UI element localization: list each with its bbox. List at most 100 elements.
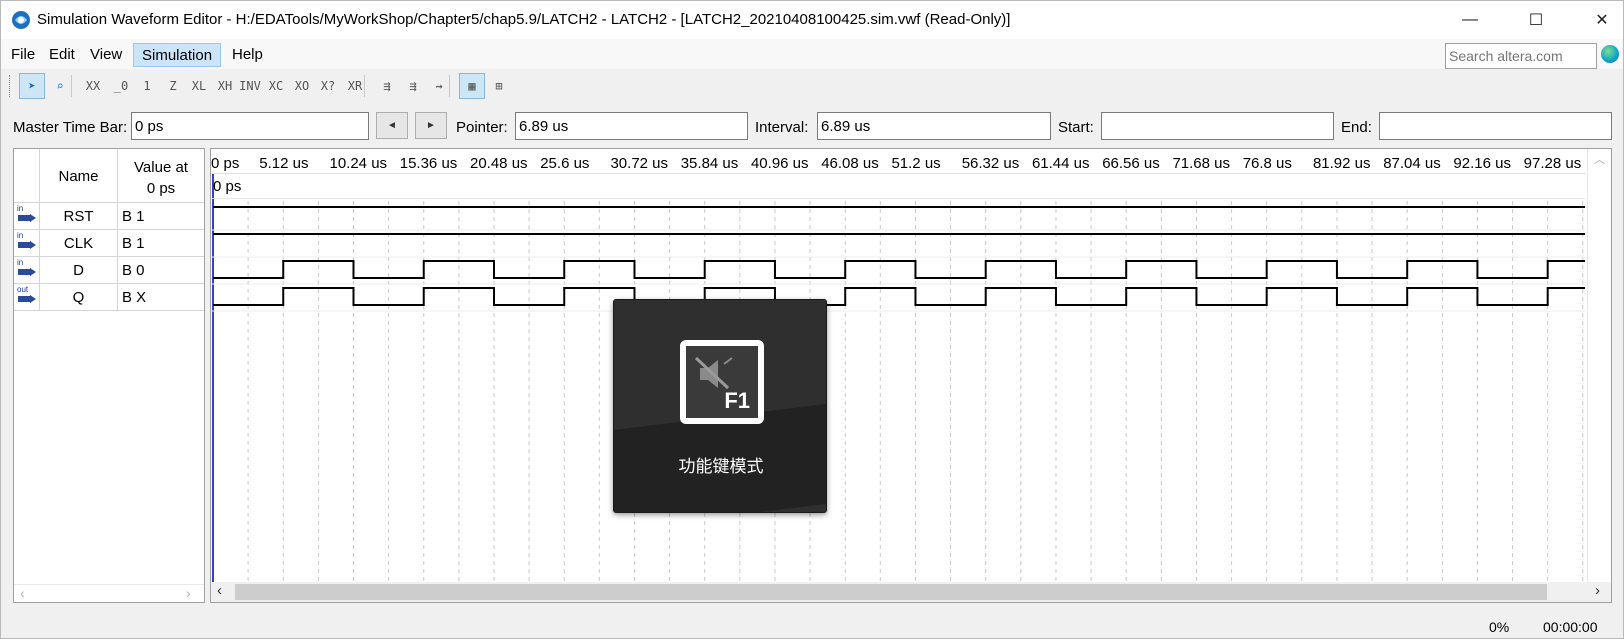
name-column-header[interactable]: Name <box>40 149 118 203</box>
name-panel-scrollbar[interactable]: ‹ › <box>14 584 204 602</box>
one-icon: 1 <box>143 79 151 93</box>
scroll-up-icon[interactable]: ︿ <box>1594 151 1605 167</box>
signal-name-panel: Name Value at 0 ps in RST B 1 in CLK B 1 in D B … <box>13 148 205 603</box>
master-time-bar-label: Master Time Bar: <box>13 119 128 136</box>
cursor-time-label: 0 ps <box>213 178 242 195</box>
end-field[interactable] <box>1379 112 1612 140</box>
menu-simulation[interactable]: Simulation <box>133 43 222 67</box>
timing-sim-icon: ⇶ <box>409 79 417 93</box>
force-unknown-button[interactable]: XX <box>80 73 106 99</box>
grid-settings-icon: ⊞ <box>495 79 503 93</box>
xx-icon: XX <box>85 79 101 93</box>
toolbar-grip[interactable] <box>9 75 12 97</box>
run-functional-sim-button[interactable]: ⇶ <box>374 73 400 99</box>
time-tick-label: 20.48 us <box>469 155 528 172</box>
signal-row-d[interactable]: in D B 0 <box>14 257 204 284</box>
signal-value: B 1 <box>122 235 145 252</box>
app-window: Simulation Waveform Editor - H:/EDATools… <box>0 0 1624 639</box>
close-button[interactable]: ✕ <box>1579 1 1624 39</box>
right-arrow-icon: ► <box>426 120 436 131</box>
toolbar-separator <box>71 75 72 97</box>
previous-transition-button[interactable]: ◄ <box>376 112 408 139</box>
snap-to-grid-button[interactable]: ▦ <box>459 73 485 99</box>
scroll-left-icon[interactable]: ‹ <box>217 582 222 599</box>
arbitrary-value-button[interactable]: X? <box>315 73 341 99</box>
signal-row-rst[interactable]: in RST B 1 <box>14 203 204 230</box>
scroll-left-icon[interactable]: ‹ <box>20 585 25 601</box>
master-time-bar-field[interactable]: 0 ps <box>131 112 369 140</box>
waveform-horizontal-scrollbar[interactable]: ‹ › <box>211 582 1611 602</box>
globe-icon[interactable] <box>1601 45 1619 63</box>
window-title: Simulation Waveform Editor - H:/EDATools… <box>37 11 1011 28</box>
pointer-field[interactable]: 6.89 us <box>515 112 748 140</box>
time-tick-label: 66.56 us <box>1102 155 1160 172</box>
title-bar: Simulation Waveform Editor - H:/EDATools… <box>1 1 1623 39</box>
waveform-vertical-scrollbar[interactable]: ︿ <box>1587 149 1611 582</box>
time-tick-label: 92.16 us <box>1453 155 1511 172</box>
weak-high-icon: XH <box>217 79 233 93</box>
maximize-button[interactable]: ☐ <box>1513 1 1559 39</box>
signal-value: B 0 <box>122 262 145 279</box>
grid-icon: ▦ <box>468 79 476 93</box>
cursor-ruler[interactable]: 0 ps <box>211 174 1585 199</box>
menu-file[interactable]: File <box>3 43 43 67</box>
arbitrary-icon: X? <box>320 79 336 93</box>
signal-value: B 1 <box>122 208 145 225</box>
next-transition-button[interactable]: ► <box>415 112 447 139</box>
time-tick-label: 87.04 us <box>1383 155 1441 172</box>
signal-name: CLK <box>40 230 118 257</box>
status-bar: 0% 00:00:00 <box>1 613 1623 639</box>
time-ruler[interactable]: 0 ps 5.12 us 10.24 us 15.36 us 20.48 us 25.6 … <box>211 149 1585 174</box>
time-tick-label: 35.84 us <box>680 155 739 172</box>
scroll-right-icon[interactable]: › <box>1595 582 1600 599</box>
start-field[interactable] <box>1101 112 1334 140</box>
menu-edit[interactable]: Edit <box>41 43 83 67</box>
interval-label: Interval: <box>755 119 809 136</box>
time-tick-label: 40.96 us <box>750 155 809 172</box>
waveform-panel[interactable]: 0 ps 5.12 us 10.24 us 15.36 us 20.48 us 25.6 … <box>210 148 1612 603</box>
invert-button[interactable]: INV <box>237 73 263 99</box>
toolbar-separator <box>449 75 450 97</box>
scrollbar-thumb[interactable] <box>235 584 1547 600</box>
search-input[interactable] <box>1445 43 1597 69</box>
force-high-impedance-button[interactable]: Z <box>160 73 186 99</box>
input-pin-icon: in <box>14 230 40 257</box>
quartus-app-icon <box>12 11 30 29</box>
testbench-icon: ⇝ <box>435 79 443 93</box>
zoom-tool-button[interactable]: ⌕ <box>47 73 73 99</box>
interval-field[interactable]: 6.89 us <box>817 112 1051 140</box>
signal-name: D <box>40 257 118 284</box>
force-weak-low-button[interactable]: XL <box>186 73 212 99</box>
invert-icon: INV <box>239 79 261 93</box>
force-low-button[interactable]: _0 <box>108 73 134 99</box>
force-weak-high-button[interactable]: XH <box>212 73 238 99</box>
magnifier-icon: ⌕ <box>56 79 64 93</box>
grid-settings-button[interactable]: ⊞ <box>486 73 512 99</box>
name-panel-header: Name Value at 0 ps <box>14 149 204 203</box>
elapsed-time: 00:00:00 <box>1543 619 1598 635</box>
value-header-line1: Value at <box>134 159 188 176</box>
selection-tool-button[interactable]: ➤ <box>19 73 45 99</box>
scroll-right-icon[interactable]: › <box>186 585 191 601</box>
waveform-d[interactable] <box>213 260 1585 279</box>
function-key-mode-caption: 功能键模式 <box>678 457 764 476</box>
overwrite-clock-button[interactable]: XO <box>289 73 315 99</box>
minimize-button[interactable]: — <box>1447 1 1493 39</box>
force-high-button[interactable]: 1 <box>134 73 160 99</box>
output-pin-icon: out <box>14 284 40 311</box>
menu-help[interactable]: Help <box>224 43 271 67</box>
time-tick-label: 46.08 us <box>821 155 879 172</box>
count-value-button[interactable]: XC <box>263 73 289 99</box>
signal-row-q[interactable]: out Q B X <box>14 284 204 311</box>
menu-view[interactable]: View <box>82 43 130 67</box>
waveform-canvas[interactable] <box>211 149 1587 582</box>
waveform-q[interactable] <box>213 287 1585 306</box>
value-column-header[interactable]: Value at 0 ps <box>118 157 204 199</box>
time-tick-label: 56.32 us <box>961 155 1020 172</box>
z-icon: Z <box>169 79 177 93</box>
run-timing-sim-button[interactable]: ⇶ <box>400 73 426 99</box>
signal-value: B X <box>122 289 147 306</box>
signal-row-clk[interactable]: in CLK B 1 <box>14 230 204 257</box>
count-icon: XC <box>268 79 284 93</box>
input-pin-icon: in <box>14 203 40 230</box>
